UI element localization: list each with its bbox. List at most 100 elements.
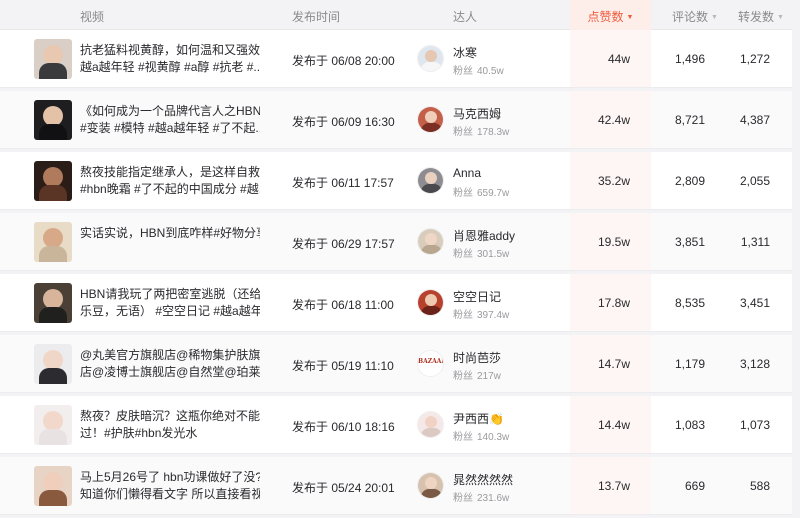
shares-count: 4,387 bbox=[739, 113, 770, 127]
column-header-comments[interactable]: 评论数 ▼ bbox=[672, 8, 718, 25]
thumbnail-body bbox=[39, 246, 67, 262]
fans-count: 397.4w bbox=[477, 310, 510, 321]
video-title-line: 店@凌博士旗舰店@自然堂@珀莱... bbox=[80, 365, 260, 379]
video-title[interactable]: 抗老猛料视黄醇，如何温和又强效# 越a越年轻 #视黄醇 #a醇 #抗老 #... bbox=[80, 42, 260, 76]
thumbnail-face bbox=[43, 45, 63, 65]
thumbnail-body bbox=[39, 124, 67, 140]
video-thumbnail[interactable] bbox=[34, 405, 72, 445]
column-header-shares[interactable]: 转发数 ▼ bbox=[738, 8, 784, 25]
table-row[interactable]: 《如何成为一个品牌代言人之HBN》 #变装 #模特 #越a越年轻 #了不起...… bbox=[0, 91, 800, 149]
thumbnail-face bbox=[43, 411, 63, 431]
fans-label: 粉丝 bbox=[453, 310, 473, 321]
video-table-body: 抗老猛料视黄醇，如何温和又强效# 越a越年轻 #视黄醇 #a醇 #抗老 #...… bbox=[0, 30, 800, 518]
fans-label: 粉丝 bbox=[453, 249, 473, 260]
sort-icon[interactable]: ▼ bbox=[711, 14, 718, 21]
talent-name[interactable]: 肖恩雅addy bbox=[453, 227, 515, 244]
video-title-line: 过！#护肤#hbn发光水 bbox=[80, 426, 198, 440]
talent-name[interactable]: Anna bbox=[453, 166, 481, 180]
video-thumbnail[interactable] bbox=[34, 39, 72, 79]
column-header-video: 视频 bbox=[80, 10, 105, 24]
video-title[interactable]: 熬夜技能指定继承人，是这样自救的... #hbn晚霜 #了不起的中国成分 #越.… bbox=[80, 164, 260, 198]
table-row[interactable]: 熬夜？皮肤暗沉？这瓶你绝对不能错 过！#护肤#hbn发光水 发布于 06/10 … bbox=[0, 396, 800, 454]
video-title[interactable]: 马上5月26号了 hbn功课做好了没? 知道你们懒得看文字 所以直接看视... bbox=[80, 469, 260, 503]
video-thumbnail[interactable] bbox=[34, 283, 72, 323]
likes-count: 42.4w bbox=[597, 113, 630, 127]
thumbnail-face bbox=[43, 289, 63, 309]
video-title-line: 实话实说，HBN到底咋样#好物分享 bbox=[80, 226, 260, 240]
column-header-likes-label: 点赞数 bbox=[587, 10, 624, 24]
talent-avatar[interactable] bbox=[417, 228, 444, 255]
talent-avatar[interactable]: BAZAAR bbox=[417, 350, 444, 377]
comments-count: 8,721 bbox=[674, 113, 705, 127]
video-thumbnail[interactable] bbox=[34, 344, 72, 384]
talent-avatar[interactable] bbox=[417, 289, 444, 316]
video-thumbnail[interactable] bbox=[34, 222, 72, 262]
talent-avatar[interactable] bbox=[417, 106, 444, 133]
video-title[interactable]: 熬夜？皮肤暗沉？这瓶你绝对不能错 过！#护肤#hbn发光水 bbox=[80, 408, 260, 442]
sort-desc-icon[interactable]: ▼ bbox=[627, 14, 634, 21]
talent-name[interactable]: 空空日记 bbox=[453, 288, 501, 305]
video-title-line: 熬夜？皮肤暗沉？这瓶你绝对不能错 bbox=[80, 409, 260, 423]
fans-count: 231.6w bbox=[477, 493, 510, 504]
fans-label: 粉丝 bbox=[453, 188, 473, 199]
talent-name[interactable]: 马克西姆 bbox=[453, 105, 501, 122]
avatar-face bbox=[425, 233, 437, 245]
avatar-body bbox=[421, 123, 442, 132]
video-title-line: 抗老猛料视黄醇，如何温和又强效# bbox=[80, 43, 260, 57]
thumbnail-body bbox=[39, 490, 67, 506]
video-title[interactable]: HBN请我玩了两把密室逃脱（还给欢 乐豆，无语） #空空日记 #越a越年... bbox=[80, 286, 260, 320]
fans-label: 粉丝 bbox=[453, 371, 473, 382]
talent-avatar[interactable] bbox=[417, 472, 444, 499]
table-row[interactable]: 实话实说，HBN到底咋样#好物分享 发布于 06/29 17:57 肖恩雅add… bbox=[0, 213, 800, 271]
column-header-shares-label: 转发数 bbox=[738, 10, 775, 24]
video-title-line: #hbn晚霜 #了不起的中国成分 #越... bbox=[80, 182, 260, 196]
brand-logo: BAZAAR bbox=[418, 351, 443, 376]
publish-time: 发布于 06/09 16:30 bbox=[292, 115, 395, 129]
shares-count: 1,272 bbox=[739, 52, 770, 66]
publish-time: 发布于 06/18 11:00 bbox=[292, 298, 394, 312]
scrollbar[interactable] bbox=[792, 0, 800, 515]
comments-count: 8,535 bbox=[674, 296, 705, 310]
publish-time: 发布于 05/19 11:10 bbox=[292, 359, 394, 373]
video-title[interactable]: 《如何成为一个品牌代言人之HBN》 #变装 #模特 #越a越年轻 #了不起... bbox=[80, 103, 260, 137]
table-row[interactable]: 抗老猛料视黄醇，如何温和又强效# 越a越年轻 #视黄醇 #a醇 #抗老 #...… bbox=[0, 30, 800, 88]
talent-name[interactable]: 冰寒 bbox=[453, 44, 477, 61]
talent-name[interactable]: 尹西西👏 bbox=[453, 410, 504, 427]
video-title-line: @丸美官方旗舰店@稀物集护肤旗舰 bbox=[80, 348, 260, 362]
talent-name[interactable]: 晁然然然然 bbox=[453, 471, 513, 488]
avatar-face bbox=[425, 50, 437, 62]
publish-time: 发布于 06/10 18:16 bbox=[292, 420, 395, 434]
likes-count: 14.7w bbox=[597, 357, 630, 371]
thumbnail-body bbox=[39, 307, 67, 323]
publish-time: 发布于 06/08 20:00 bbox=[292, 54, 395, 68]
talent-avatar[interactable] bbox=[417, 45, 444, 72]
talent-name[interactable]: 时尚芭莎 bbox=[453, 349, 501, 366]
video-title-line: 《如何成为一个品牌代言人之HBN》 bbox=[80, 104, 260, 118]
talent-avatar[interactable] bbox=[417, 411, 444, 438]
avatar-body bbox=[421, 184, 442, 193]
talent-avatar[interactable] bbox=[417, 167, 444, 194]
avatar-body bbox=[421, 489, 442, 498]
table-row[interactable]: 熬夜技能指定继承人，是这样自救的... #hbn晚霜 #了不起的中国成分 #越.… bbox=[0, 152, 800, 210]
video-title-line: HBN请我玩了两把密室逃脱（还给欢 bbox=[80, 287, 260, 301]
fans-label: 粉丝 bbox=[453, 493, 473, 504]
table-row[interactable]: HBN请我玩了两把密室逃脱（还给欢 乐豆，无语） #空空日记 #越a越年... … bbox=[0, 274, 800, 332]
video-title[interactable]: @丸美官方旗舰店@稀物集护肤旗舰 店@凌博士旗舰店@自然堂@珀莱... bbox=[80, 347, 260, 381]
thumbnail-face bbox=[43, 472, 63, 492]
video-thumbnail[interactable] bbox=[34, 161, 72, 201]
fans-count: 217w bbox=[477, 371, 501, 382]
table-header: 视频 发布时间 达人 点赞数 ▼ 评论数 ▼ 转发数 ▼ bbox=[0, 0, 800, 30]
avatar-face bbox=[425, 294, 437, 306]
likes-count: 44w bbox=[607, 52, 630, 66]
column-header-likes[interactable]: 点赞数 ▼ bbox=[570, 0, 651, 30]
video-thumbnail[interactable] bbox=[34, 100, 72, 140]
video-title[interactable]: 实话实说，HBN到底咋样#好物分享 bbox=[80, 225, 260, 242]
table-row[interactable]: 马上5月26号了 hbn功课做好了没? 知道你们懒得看文字 所以直接看视... … bbox=[0, 457, 800, 515]
avatar-face bbox=[425, 416, 437, 428]
video-thumbnail[interactable] bbox=[34, 466, 72, 506]
publish-time: 发布于 06/29 17:57 bbox=[292, 237, 395, 251]
fans-count: 40.5w bbox=[477, 66, 504, 77]
sort-icon[interactable]: ▼ bbox=[777, 14, 784, 21]
comments-count: 1,179 bbox=[674, 357, 705, 371]
table-row[interactable]: @丸美官方旗舰店@稀物集护肤旗舰 店@凌博士旗舰店@自然堂@珀莱... 发布于 … bbox=[0, 335, 800, 393]
